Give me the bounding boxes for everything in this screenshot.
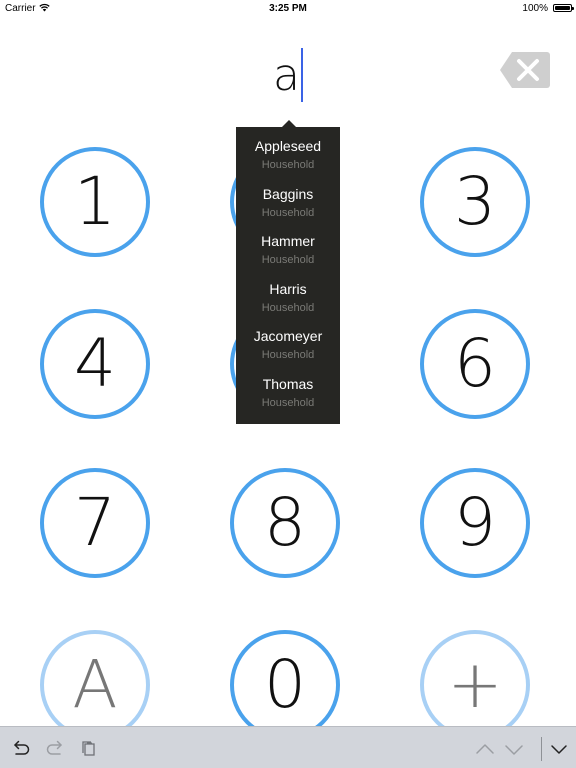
key-letters[interactable]: A xyxy=(40,630,150,740)
suggestion-item[interactable]: Baggins Household xyxy=(236,175,340,223)
clock: 3:25 PM xyxy=(269,3,307,14)
search-entry-field[interactable]: a xyxy=(0,48,576,108)
chevron-down-icon[interactable] xyxy=(503,738,525,760)
key-0[interactable]: 0 xyxy=(230,630,340,740)
suggestion-item[interactable]: Jacomeyer Household xyxy=(236,317,340,365)
toolbar-separator xyxy=(541,737,542,761)
key-label: + xyxy=(447,646,503,723)
key-plus[interactable]: + xyxy=(420,630,530,740)
undo-icon[interactable] xyxy=(10,738,32,760)
key-label: 0 xyxy=(264,646,306,723)
key-1[interactable]: 1 xyxy=(40,147,150,257)
suggestion-type: Household xyxy=(261,254,315,266)
suggestion-item[interactable]: Hammer Household xyxy=(236,222,340,270)
redo-icon[interactable] xyxy=(44,738,66,760)
clipboard-icon[interactable] xyxy=(78,738,100,760)
suggestion-name: Thomas xyxy=(262,375,314,392)
key-3[interactable]: 3 xyxy=(420,147,530,257)
battery-percentage: 100% xyxy=(522,3,548,14)
suggestion-name: Jacomeyer xyxy=(253,328,323,344)
keyboard-toolbar xyxy=(0,726,576,768)
entry-text: a xyxy=(273,50,300,101)
key-label: 3 xyxy=(454,163,496,240)
suggestion-name: Baggins xyxy=(262,185,314,202)
key-8[interactable]: 8 xyxy=(230,468,340,578)
suggestion-type: Household xyxy=(261,159,315,171)
suggestion-type: Household xyxy=(261,349,315,361)
suggestion-type: Household xyxy=(261,301,315,314)
key-label: 1 xyxy=(74,163,116,240)
suggestion-item[interactable]: Harris Household xyxy=(236,270,340,318)
key-4[interactable]: 4 xyxy=(40,309,150,419)
key-7[interactable]: 7 xyxy=(40,468,150,578)
backspace-x-icon[interactable] xyxy=(500,52,550,88)
text-cursor xyxy=(300,48,303,102)
suggestion-type: Household xyxy=(261,206,315,219)
suggestion-name: Harris xyxy=(269,280,307,297)
suggestion-name: Appleseed xyxy=(254,138,322,154)
key-label: 7 xyxy=(74,484,116,561)
key-label: A xyxy=(72,646,118,723)
suggestion-type: Household xyxy=(261,396,315,409)
suggestion-item[interactable]: Appleseed Household xyxy=(236,127,340,175)
suggestion-name: Hammer xyxy=(261,233,315,249)
key-label: 4 xyxy=(74,325,116,402)
suggestion-dropdown: Appleseed Household Baggins Household Ha… xyxy=(236,120,340,424)
key-6[interactable]: 6 xyxy=(420,309,530,419)
key-label: 9 xyxy=(454,484,496,561)
chevron-up-icon[interactable] xyxy=(474,738,496,760)
status-bar: Carrier 3:25 PM 100% xyxy=(0,0,576,18)
battery-icon xyxy=(553,4,574,12)
key-label: 8 xyxy=(264,484,306,561)
key-label: 6 xyxy=(454,325,496,402)
key-9[interactable]: 9 xyxy=(420,468,530,578)
suggestion-item[interactable]: Thomas Household xyxy=(236,365,340,413)
keyboard-dismiss-icon[interactable] xyxy=(548,738,570,760)
